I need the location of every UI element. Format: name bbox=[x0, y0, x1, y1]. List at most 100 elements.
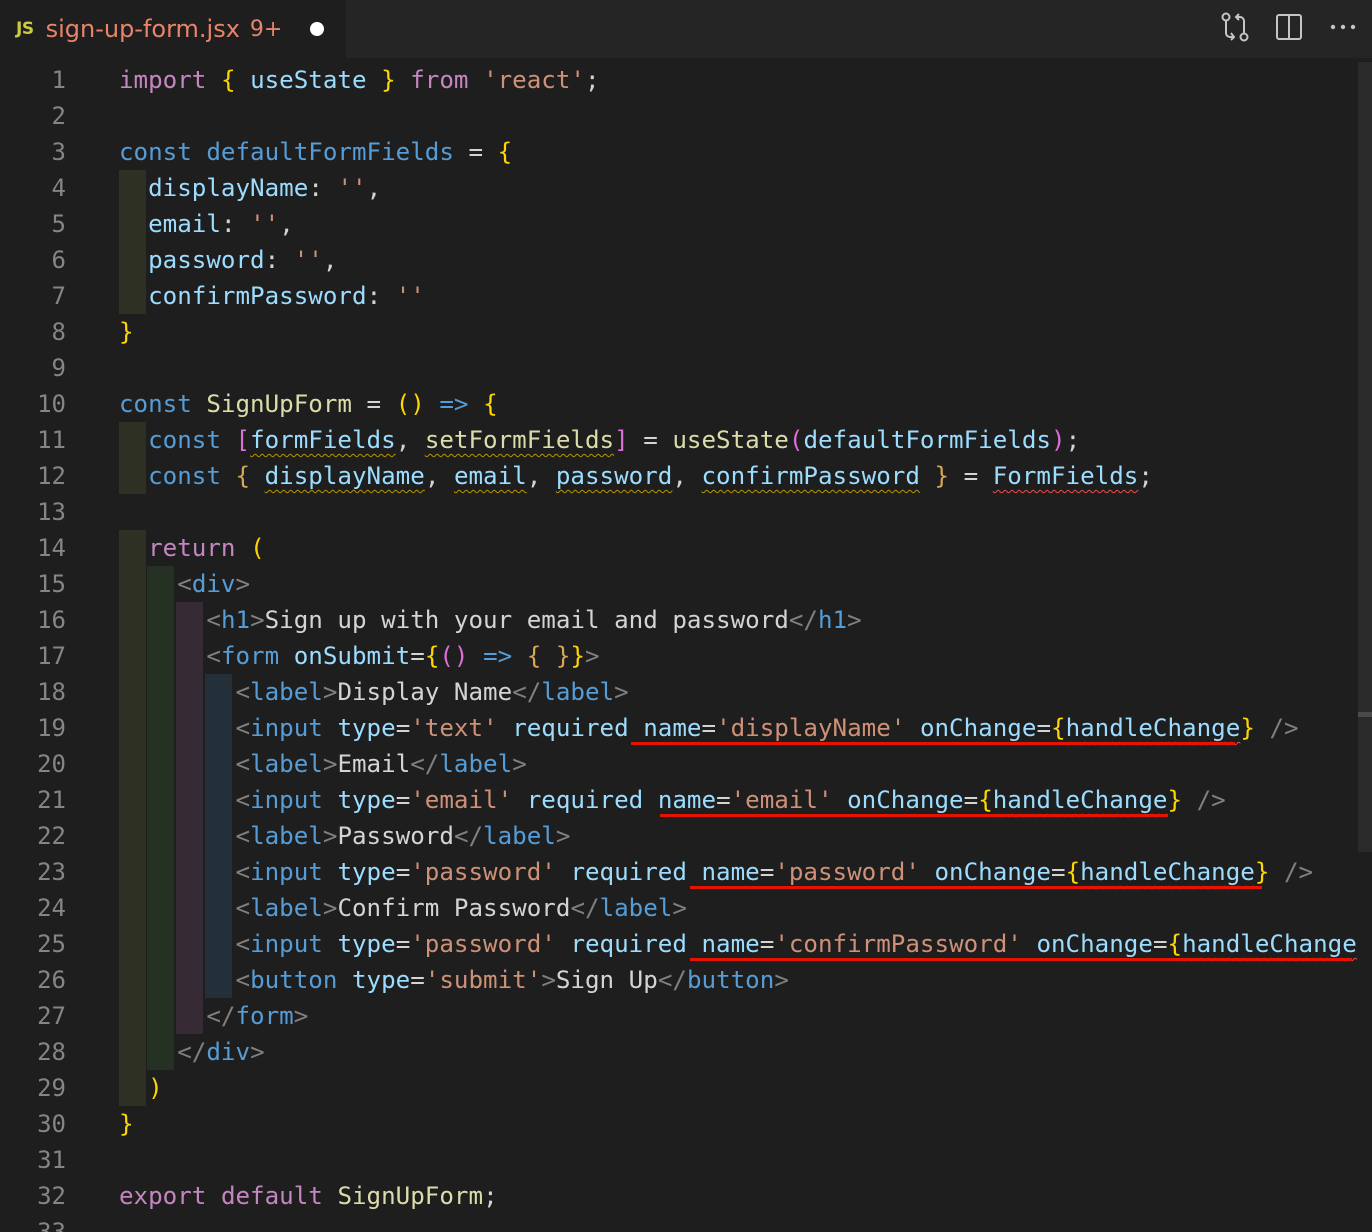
error-underline bbox=[690, 958, 1352, 961]
tab-bar: JS sign-up-form.jsx 9+ bbox=[0, 0, 1372, 58]
more-actions-icon[interactable] bbox=[1326, 10, 1360, 44]
line-number: 15 bbox=[37, 570, 66, 598]
unsaved-dot-icon[interactable] bbox=[310, 22, 325, 36]
line-number: 6 bbox=[51, 246, 66, 274]
line-number: 5 bbox=[51, 210, 66, 238]
line-number: 30 bbox=[37, 1110, 66, 1138]
line-number: 7 bbox=[51, 282, 66, 310]
error-underline bbox=[660, 814, 1168, 817]
code-line[interactable]: 11 const [formFields, setFormFields] = u… bbox=[0, 422, 1372, 458]
line-number: 12 bbox=[37, 462, 66, 490]
scrollbar-thumb[interactable] bbox=[1358, 62, 1372, 852]
split-editor-icon[interactable] bbox=[1272, 10, 1306, 44]
error-underline bbox=[631, 742, 1235, 745]
line-number: 8 bbox=[51, 318, 66, 346]
code-line[interactable]: 29 ) bbox=[0, 1070, 1372, 1106]
code-text: <input type='text' required name='displa… bbox=[235, 714, 1299, 742]
code-text: <form onSubmit={() => { }}> bbox=[206, 642, 600, 670]
code-line[interactable]: 9 bbox=[0, 350, 1372, 386]
code-line[interactable]: 7 confirmPassword: '' bbox=[0, 278, 1372, 314]
code-line[interactable]: 19 <input type='text' required name='dis… bbox=[0, 710, 1372, 746]
scrollbar-marker bbox=[1358, 712, 1372, 717]
code-line[interactable]: 26 <button type='submit'>Sign Up</button… bbox=[0, 962, 1372, 998]
code-text: <h1>Sign up with your email and password… bbox=[206, 606, 862, 634]
line-number: 27 bbox=[37, 1002, 66, 1030]
code-line[interactable]: 13 bbox=[0, 494, 1372, 530]
problems-badge: 9+ bbox=[249, 16, 283, 42]
code-line[interactable]: 31 bbox=[0, 1142, 1372, 1178]
code-line[interactable]: 1 import { useState } from 'react'; bbox=[0, 62, 1372, 98]
code-text: return ( bbox=[148, 534, 265, 562]
code-line[interactable]: 18 <label>Display Name</label> bbox=[0, 674, 1372, 710]
line-number: 25 bbox=[37, 930, 66, 958]
code-text: <label>Password</label> bbox=[235, 822, 571, 850]
code-line[interactable]: 24 <label>Confirm Password</label> bbox=[0, 890, 1372, 926]
code-text: </form> bbox=[206, 1002, 309, 1030]
line-number: 33 bbox=[37, 1218, 66, 1232]
line-number: 9 bbox=[51, 354, 66, 382]
code-line[interactable]: 21 <input type='email' required name='em… bbox=[0, 782, 1372, 818]
code-line[interactable]: 23 <input type='password' required name=… bbox=[0, 854, 1372, 890]
line-number: 14 bbox=[37, 534, 66, 562]
code-line[interactable]: 20 <label>Email</label> bbox=[0, 746, 1372, 782]
code-text: </div> bbox=[177, 1038, 265, 1066]
code-text: const [formFields, setFormFields] = useS… bbox=[148, 426, 1081, 454]
code-text: <div> bbox=[177, 570, 251, 598]
line-number: 28 bbox=[37, 1038, 66, 1066]
code-line[interactable]: 10 const SignUpForm = () => { bbox=[0, 386, 1372, 422]
code-text: <input type='password' required name='co… bbox=[235, 930, 1372, 958]
code-text: displayName: '', bbox=[148, 174, 382, 202]
editor-tab[interactable]: JS sign-up-form.jsx 9+ bbox=[0, 0, 346, 58]
line-number: 20 bbox=[37, 750, 66, 778]
code-line[interactable]: 4 displayName: '', bbox=[0, 170, 1372, 206]
code-line[interactable]: 27 </form> bbox=[0, 998, 1372, 1034]
line-number: 2 bbox=[51, 102, 66, 130]
code-text: export default SignUpForm; bbox=[119, 1182, 498, 1210]
code-text: email: '', bbox=[148, 210, 294, 238]
line-number: 10 bbox=[37, 390, 66, 418]
line-number: 31 bbox=[37, 1146, 66, 1174]
code-line[interactable]: 22 <label>Password</label> bbox=[0, 818, 1372, 854]
code-line[interactable]: 30 } bbox=[0, 1106, 1372, 1142]
code-line[interactable]: 17 <form onSubmit={() => { }}> bbox=[0, 638, 1372, 674]
code-text: password: '', bbox=[148, 246, 338, 274]
code-text: confirmPassword: '' bbox=[148, 282, 425, 310]
line-number: 17 bbox=[37, 642, 66, 670]
line-number: 1 bbox=[51, 66, 66, 94]
code-text: <input type='email' required name='email… bbox=[235, 786, 1226, 814]
line-number: 32 bbox=[37, 1182, 66, 1210]
editor-actions bbox=[1218, 10, 1360, 44]
code-line[interactable]: 12 const { displayName, email, password,… bbox=[0, 458, 1372, 494]
line-number: 21 bbox=[37, 786, 66, 814]
code-line[interactable]: 3 const defaultFormFields = { bbox=[0, 134, 1372, 170]
code-line[interactable]: 14 return ( bbox=[0, 530, 1372, 566]
code-text: <label>Confirm Password</label> bbox=[235, 894, 687, 922]
code-line[interactable]: 28 </div> bbox=[0, 1034, 1372, 1070]
code-line[interactable]: 5 email: '', bbox=[0, 206, 1372, 242]
code-text: } bbox=[119, 1110, 134, 1138]
code-line[interactable]: 16 <h1>Sign up with your email and passw… bbox=[0, 602, 1372, 638]
code-editor[interactable]: 1 import { useState } from 'react'; 2 3 … bbox=[0, 62, 1372, 1232]
compare-changes-icon[interactable] bbox=[1218, 10, 1252, 44]
code-text: const defaultFormFields = { bbox=[119, 138, 513, 166]
code-text: <label>Display Name</label> bbox=[235, 678, 629, 706]
code-line[interactable]: 32 export default SignUpForm; bbox=[0, 1178, 1372, 1214]
code-line[interactable]: 8 } bbox=[0, 314, 1372, 350]
code-text: import { useState } from 'react'; bbox=[119, 66, 600, 94]
code-text: <input type='password' required name='pa… bbox=[235, 858, 1314, 886]
code-line[interactable]: 6 password: '', bbox=[0, 242, 1372, 278]
line-number: 13 bbox=[37, 498, 66, 526]
code-line[interactable]: 15 <div> bbox=[0, 566, 1372, 602]
code-line[interactable]: 2 bbox=[0, 98, 1372, 134]
code-text: const SignUpForm = () => { bbox=[119, 390, 498, 418]
code-line[interactable]: 25 <input type='password' required name=… bbox=[0, 926, 1372, 962]
line-number: 19 bbox=[37, 714, 66, 742]
code-text: <button type='submit'>Sign Up</button> bbox=[235, 966, 789, 994]
line-number: 4 bbox=[51, 174, 66, 202]
code-text: const { displayName, email, password, co… bbox=[148, 462, 1153, 490]
line-number: 11 bbox=[37, 426, 66, 454]
tab-filename: sign-up-form.jsx bbox=[45, 15, 240, 43]
code-text: } bbox=[119, 318, 134, 346]
code-line[interactable]: 33 bbox=[0, 1214, 1372, 1232]
vertical-scrollbar[interactable] bbox=[1358, 62, 1372, 1232]
